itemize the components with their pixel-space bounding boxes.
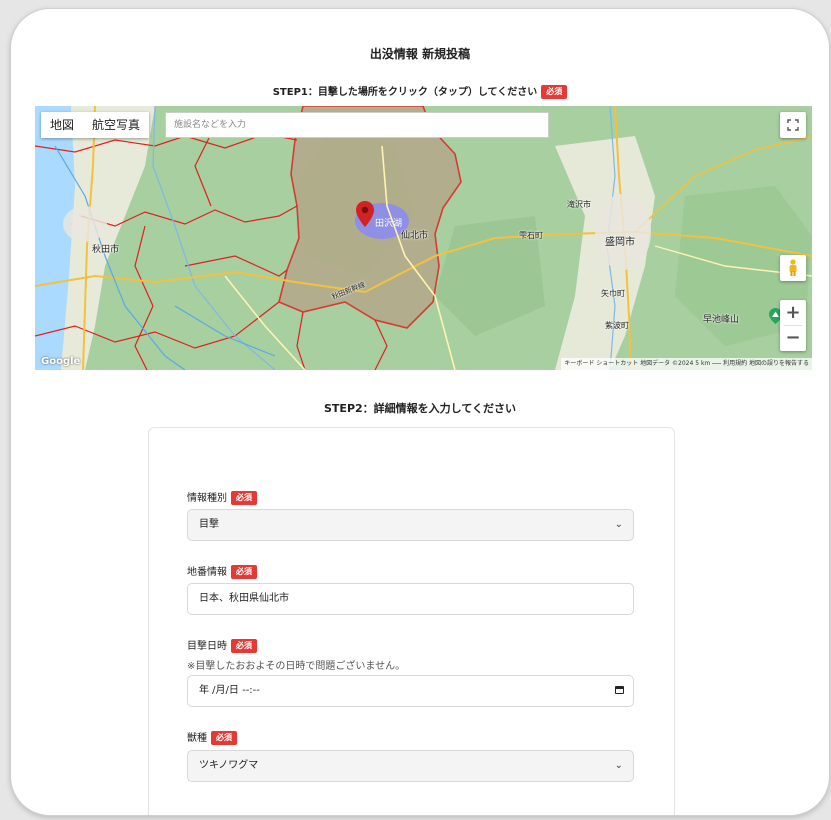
- map-type-map-button[interactable]: 地図: [41, 112, 83, 138]
- map-type-satellite-button[interactable]: 航空写真: [83, 112, 149, 138]
- map-label-senboku: 仙北市: [401, 231, 429, 241]
- map-label-tazawako: 田沢湖: [375, 219, 403, 229]
- map-type-control: 地図 航空写真: [41, 112, 150, 138]
- datetime-hint: ※目撃したおおよその日時で問題ございません。: [187, 661, 406, 672]
- map-label-yahaba: 矢巾町: [601, 289, 625, 298]
- map-label-morioka: 盛岡市: [605, 237, 635, 248]
- street-view-button[interactable]: [780, 255, 806, 281]
- step1-text: STEP1：目撃した場所をクリック（タップ）してください: [272, 87, 538, 98]
- required-badge: 必須: [211, 731, 237, 745]
- map-pin-icon[interactable]: [356, 201, 374, 227]
- step1-heading: STEP1：目撃した場所をクリック（タップ）してください 必須: [11, 83, 829, 99]
- chevron-down-icon: ⌄: [614, 519, 623, 530]
- info-type-select[interactable]: 目撃 ⌄: [187, 509, 634, 541]
- datetime-label: 目撃日時 必須: [187, 637, 257, 653]
- map-label-shizukuishi: 雫石町: [519, 231, 543, 240]
- info-type-label: 情報種別 必須: [187, 489, 257, 505]
- map-label-shiwa: 紫波町: [605, 321, 629, 330]
- zoom-in-button[interactable]: +: [785, 301, 800, 325]
- required-badge: 必須: [541, 85, 568, 99]
- map-label-takizawa: 滝沢市: [567, 200, 591, 209]
- pegman-icon: [789, 259, 797, 276]
- map-label-akita: 秋田市: [92, 245, 120, 255]
- datetime-input[interactable]: 年 /月/日 --:--: [187, 675, 634, 707]
- zoom-out-button[interactable]: −: [785, 326, 800, 350]
- page-frame: 出没情報 新規投稿 STEP1：目撃した場所をクリック（タップ）してください 必須: [10, 8, 830, 816]
- fullscreen-button[interactable]: [780, 112, 806, 138]
- google-logo: Google: [41, 356, 81, 367]
- required-badge: 必須: [231, 639, 257, 653]
- map-search-input[interactable]: 施設名などを入力: [165, 112, 549, 138]
- address-label: 地番情報 必須: [187, 563, 257, 579]
- page-title: 出没情報 新規投稿: [369, 47, 471, 61]
- calendar-icon[interactable]: [615, 686, 624, 694]
- species-select[interactable]: ツキノワグマ ⌄: [187, 750, 634, 782]
- map[interactable]: 秋田市 田沢湖 仙北市 雫石町 滝沢市 盛岡市 矢巾町 紫波町 早池峰山 秋田新…: [35, 106, 812, 370]
- form-card: 情報種別 必須 目撃 ⌄ 地番情報 必須 日本、秋田県仙北市 目撃日時 必須 ※目撃し…: [148, 427, 675, 815]
- required-badge: 必須: [231, 565, 257, 579]
- species-label: 獣種 必須: [187, 729, 237, 745]
- required-badge: 必須: [231, 491, 257, 505]
- map-footer[interactable]: キーボード ショートカット 地図データ ©2024 5 km ⎯⎯⎯ 利用規約 …: [561, 358, 812, 370]
- zoom-control: + −: [780, 300, 806, 351]
- address-input[interactable]: 日本、秋田県仙北市: [187, 583, 634, 615]
- fullscreen-icon: [787, 119, 799, 131]
- step2-heading: STEP2：詳細情報を入力してください: [324, 402, 516, 415]
- chevron-down-icon: ⌄: [614, 760, 623, 771]
- map-label-hayachine: 早池峰山: [703, 315, 740, 325]
